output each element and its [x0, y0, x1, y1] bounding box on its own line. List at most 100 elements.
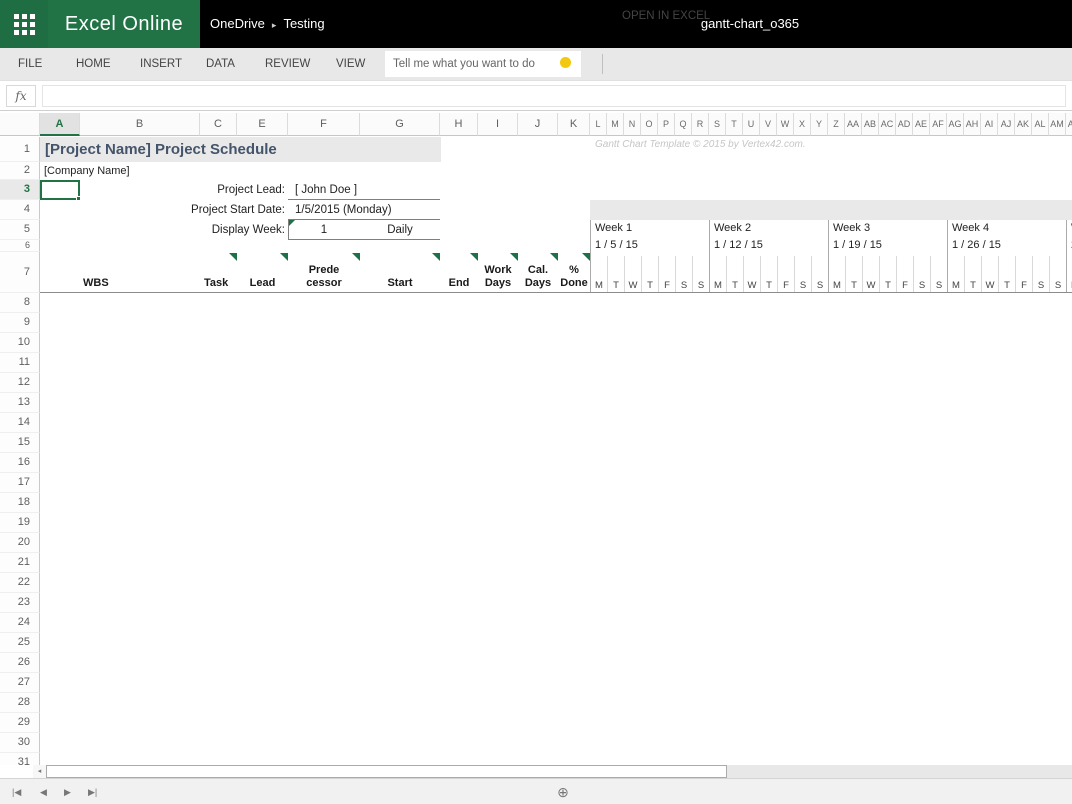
row-header-12[interactable]: 12 — [0, 373, 40, 393]
day-letter-cell[interactable]: S — [675, 256, 692, 293]
row-header-21[interactable]: 21 — [0, 553, 40, 573]
table-header-start[interactable]: Start — [360, 252, 440, 293]
column-header-K[interactable]: K — [558, 113, 590, 136]
column-header-AD[interactable]: AD — [896, 113, 913, 136]
column-header-C[interactable]: C — [200, 113, 237, 136]
column-header-X[interactable]: X — [794, 113, 811, 136]
column-header-M[interactable]: M — [607, 113, 624, 136]
row-header-11[interactable]: 11 — [0, 353, 40, 373]
menu-item-insert[interactable]: INSERT — [140, 48, 182, 80]
day-letter-cell[interactable]: M — [590, 256, 607, 293]
table-header-done[interactable]: % Done — [558, 252, 590, 293]
day-letter-cell[interactable]: S — [692, 256, 709, 293]
row-header-15[interactable]: 15 — [0, 433, 40, 453]
row-header-1[interactable]: 1 — [0, 137, 40, 162]
select-all-corner[interactable] — [0, 113, 40, 136]
row-header-30[interactable]: 30 — [0, 733, 40, 753]
column-header-AF[interactable]: AF — [930, 113, 947, 136]
column-header-T[interactable]: T — [726, 113, 743, 136]
row-header-27[interactable]: 27 — [0, 673, 40, 693]
day-letter-cell[interactable]: T — [964, 256, 981, 293]
column-header-H[interactable]: H — [440, 113, 478, 136]
day-letter-cell[interactable]: W — [743, 256, 760, 293]
day-letter-cell[interactable]: M — [709, 256, 726, 293]
breadcrumb-folder[interactable]: Testing — [283, 16, 324, 31]
display-week-unit[interactable]: Daily — [360, 220, 440, 240]
column-header-AG[interactable]: AG — [947, 113, 964, 136]
day-letter-cell[interactable]: S — [930, 256, 947, 293]
day-letter-cell[interactable]: M — [1066, 256, 1072, 293]
column-header-Y[interactable]: Y — [811, 113, 828, 136]
column-header-N[interactable]: N — [624, 113, 641, 136]
column-header-A[interactable]: A — [40, 113, 80, 136]
row-header-14[interactable]: 14 — [0, 413, 40, 433]
column-header-J[interactable]: J — [518, 113, 558, 136]
row-header-24[interactable]: 24 — [0, 613, 40, 633]
row-header-9[interactable]: 9 — [0, 313, 40, 333]
day-letter-cell[interactable]: W — [862, 256, 879, 293]
start-date-label[interactable]: Project Start Date: — [40, 200, 285, 220]
row-header-4[interactable]: 4 — [0, 200, 40, 220]
column-header-F[interactable]: F — [288, 113, 360, 136]
day-letter-cell[interactable]: T — [879, 256, 896, 293]
day-letter-cell[interactable]: T — [726, 256, 743, 293]
column-header-AI[interactable]: AI — [981, 113, 998, 136]
table-header-lead[interactable]: Lead — [237, 252, 288, 293]
selected-cell-A3[interactable] — [40, 180, 80, 200]
column-header-B[interactable]: B — [80, 113, 200, 136]
menu-item-home[interactable]: HOME — [76, 48, 111, 80]
table-header-cal[interactable]: Cal. Days — [518, 252, 558, 293]
menu-item-view[interactable]: VIEW — [336, 48, 365, 80]
nav-last-sheet-icon[interactable]: ▶| — [88, 779, 97, 804]
app-launcher-button[interactable] — [0, 0, 48, 48]
column-header-AC[interactable]: AC — [879, 113, 896, 136]
row-header-23[interactable]: 23 — [0, 593, 40, 613]
table-header-wbs[interactable]: WBS — [80, 252, 200, 293]
brand-logo[interactable]: Excel Online — [48, 0, 200, 48]
day-letter-cell[interactable]: S — [1049, 256, 1066, 293]
row-header-5[interactable]: 5 — [0, 220, 40, 240]
project-title-cell[interactable]: [Project Name] Project Schedule — [40, 137, 441, 162]
column-header-AE[interactable]: AE — [913, 113, 930, 136]
day-letter-cell[interactable]: S — [1032, 256, 1049, 293]
display-week-value[interactable]: 1 — [288, 220, 360, 240]
scrollbar-thumb[interactable] — [46, 765, 727, 778]
column-header-AL[interactable]: AL — [1032, 113, 1049, 136]
day-letter-cell[interactable]: T — [641, 256, 658, 293]
day-letter-cell[interactable]: T — [845, 256, 862, 293]
column-header-O[interactable]: O — [641, 113, 658, 136]
add-sheet-button[interactable]: ⊕ — [548, 779, 578, 804]
day-letter-cell[interactable]: T — [607, 256, 624, 293]
column-header-AB[interactable]: AB — [862, 113, 879, 136]
scroll-left-icon[interactable]: ◂ — [33, 765, 46, 778]
day-letter-cell[interactable]: M — [828, 256, 845, 293]
row-header-2[interactable]: 2 — [0, 162, 40, 180]
column-header-G[interactable]: G — [360, 113, 440, 136]
day-letter-cell[interactable]: W — [981, 256, 998, 293]
fill-handle[interactable] — [76, 196, 81, 201]
row-header-6[interactable]: 6 — [0, 240, 40, 252]
nav-prev-sheet-icon[interactable]: ◀ — [40, 779, 47, 804]
table-header-work[interactable]: Work Days — [478, 252, 518, 293]
column-header-U[interactable]: U — [743, 113, 760, 136]
column-header-P[interactable]: P — [658, 113, 675, 136]
start-date-value[interactable]: 1/5/2015 (Monday) — [295, 200, 392, 220]
row-header-18[interactable]: 18 — [0, 493, 40, 513]
column-header-AH[interactable]: AH — [964, 113, 981, 136]
tellme-search-input[interactable]: Tell me what you want to do — [385, 51, 581, 77]
day-letter-cell[interactable]: F — [896, 256, 913, 293]
day-letter-cell[interactable]: S — [913, 256, 930, 293]
row-header-3[interactable]: 3 — [0, 180, 40, 200]
nav-next-sheet-icon[interactable]: ▶ — [64, 779, 71, 804]
column-header-Z[interactable]: Z — [828, 113, 845, 136]
day-letter-cell[interactable]: T — [998, 256, 1015, 293]
day-letter-cell[interactable]: F — [777, 256, 794, 293]
row-header-22[interactable]: 22 — [0, 573, 40, 593]
column-header-AJ[interactable]: AJ — [998, 113, 1015, 136]
column-header-AN[interactable]: AN — [1066, 113, 1072, 136]
row-header-29[interactable]: 29 — [0, 713, 40, 733]
nav-first-sheet-icon[interactable]: |◀ — [12, 779, 21, 804]
row-header-13[interactable]: 13 — [0, 393, 40, 413]
column-header-L[interactable]: L — [590, 113, 607, 136]
column-header-W[interactable]: W — [777, 113, 794, 136]
